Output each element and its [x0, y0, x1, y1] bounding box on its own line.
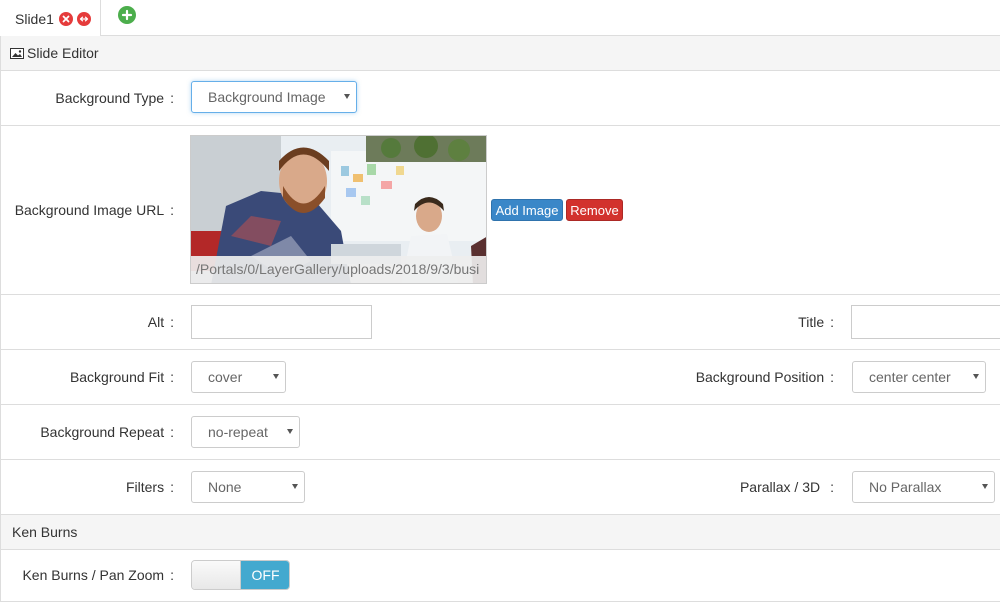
parallax-select[interactable]: No Parallax	[852, 471, 995, 503]
colon: :	[830, 479, 834, 495]
background-fit-value: cover	[208, 369, 243, 385]
ken-burns-header: Ken Burns	[0, 515, 1000, 550]
background-repeat-row: Background Repeat: no-repeat	[0, 405, 1000, 460]
background-repeat-select[interactable]: no-repeat	[191, 416, 300, 448]
background-type-row: Background Type: Background Image	[0, 71, 1000, 126]
filters-value: None	[208, 479, 242, 495]
plus-icon	[121, 9, 133, 21]
colon: :	[170, 479, 174, 495]
background-type-label-text: Background Type	[55, 90, 165, 106]
parallax-label: Parallax / 3D:	[740, 479, 834, 495]
ken-burns-toggle[interactable]: OFF	[191, 560, 290, 590]
ken-burns-title: Ken Burns	[12, 524, 78, 540]
remove-image-button[interactable]: Remove	[566, 199, 623, 221]
title-input[interactable]	[851, 305, 1000, 339]
title-label: Title:	[798, 314, 834, 330]
add-image-button[interactable]: Add Image	[491, 199, 563, 221]
slide-tabs-bar: Slide1	[0, 0, 1000, 37]
background-type-label: Background Type:	[55, 90, 174, 106]
slide-editor-header: Slide Editor	[0, 36, 1000, 71]
move-icon[interactable]	[76, 11, 91, 26]
chevron-down-icon	[287, 429, 293, 434]
parallax-value: No Parallax	[869, 479, 942, 495]
filters-label: Filters:	[126, 479, 174, 495]
alt-label-text: Alt	[147, 314, 165, 330]
background-fit-label: Background Fit:	[70, 369, 174, 385]
background-position-select[interactable]: center center	[852, 361, 986, 393]
background-repeat-label-text: Background Repeat	[40, 424, 165, 440]
colon: :	[830, 314, 834, 330]
background-fit-label-text: Background Fit	[69, 369, 165, 385]
image-icon	[10, 47, 24, 59]
background-image-url-label-text: Background Image URL	[14, 202, 165, 218]
chevron-down-icon	[973, 374, 979, 379]
colon: :	[170, 424, 174, 440]
close-icon[interactable]	[58, 11, 73, 26]
colon: :	[170, 369, 174, 385]
colon: :	[170, 90, 174, 106]
filters-row: Filters: None Parallax / 3D: No Parallax	[0, 460, 1000, 515]
background-type-value: Background Image	[208, 89, 326, 105]
alt-label: Alt:	[148, 314, 174, 330]
background-fit-select[interactable]: cover	[191, 361, 286, 393]
parallax-label-text: Parallax / 3D	[739, 479, 821, 495]
slide-editor-title: Slide Editor	[27, 45, 99, 61]
ken-burns-label: Ken Burns / Pan Zoom:	[22, 567, 174, 583]
alt-input[interactable]	[191, 305, 372, 339]
chevron-down-icon	[344, 94, 350, 99]
background-fit-row: Background Fit: cover Background Positio…	[0, 350, 1000, 405]
toggle-state: OFF	[241, 561, 289, 589]
background-position-label-text: Background Position	[695, 369, 825, 385]
chevron-down-icon	[273, 374, 279, 379]
colon: :	[170, 202, 174, 218]
filters-select[interactable]: None	[191, 471, 305, 503]
title-label-text: Title	[798, 314, 825, 330]
chevron-down-icon	[292, 484, 298, 489]
tab-slide1-label: Slide1	[15, 10, 54, 27]
ken-burns-row: Ken Burns / Pan Zoom:	[0, 550, 1000, 602]
colon: :	[170, 314, 174, 330]
background-image-preview[interactable]: /Portals/0/LayerGallery/uploads/2018/9/3…	[190, 135, 487, 284]
background-repeat-value: no-repeat	[208, 424, 268, 440]
background-image-url-label: Background Image URL:	[15, 202, 174, 218]
background-type-select[interactable]: Background Image	[191, 81, 357, 113]
background-image-url-value: /Portals/0/LayerGallery/uploads/2018/9/3…	[191, 256, 486, 283]
background-repeat-label: Background Repeat:	[40, 424, 174, 440]
filters-label-text: Filters	[125, 479, 165, 495]
tab-slide1[interactable]: Slide1	[0, 0, 101, 37]
add-slide-button[interactable]	[118, 6, 136, 24]
colon: :	[830, 369, 834, 385]
background-position-label: Background Position:	[696, 369, 834, 385]
toggle-knob[interactable]	[192, 561, 241, 589]
background-position-value: center center	[869, 369, 951, 385]
chevron-down-icon	[982, 484, 988, 489]
ken-burns-label-text: Ken Burns / Pan Zoom	[22, 567, 165, 583]
colon: :	[170, 567, 174, 583]
alt-title-row: Alt: Title:	[0, 295, 1000, 350]
